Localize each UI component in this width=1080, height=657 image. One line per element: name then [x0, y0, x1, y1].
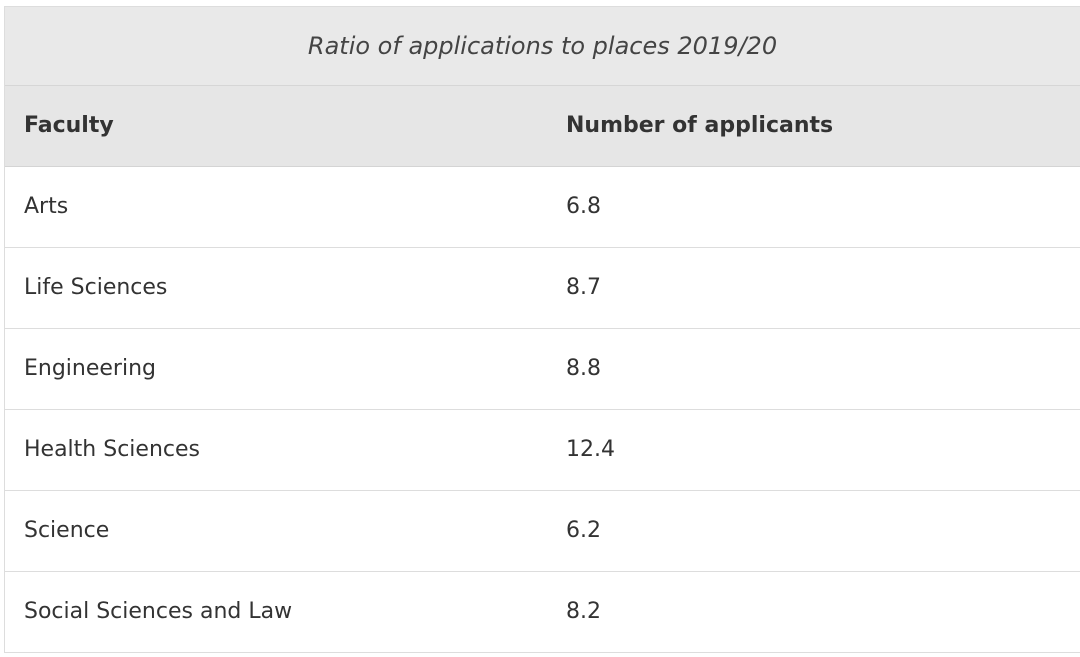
cell-applicants: 6.8 [547, 166, 1080, 248]
applications-table-container: Ratio of applications to places 2019/20 … [4, 6, 1080, 653]
table-row: Health Sciences 12.4 [5, 409, 1080, 491]
table-row: Arts 6.8 [5, 166, 1080, 248]
cell-applicants: 8.8 [547, 328, 1080, 410]
cell-applicants: 8.2 [547, 571, 1080, 653]
header-number-of-applicants: Number of applicants [547, 86, 1080, 167]
header-faculty: Faculty [5, 86, 547, 167]
cell-faculty: Science [5, 490, 547, 572]
cell-faculty: Health Sciences [5, 409, 547, 491]
cell-faculty: Social Sciences and Law [5, 571, 547, 653]
cell-faculty: Engineering [5, 328, 547, 410]
cell-faculty: Arts [5, 166, 547, 248]
table-header: Faculty Number of applicants [5, 86, 1080, 167]
table-row: Engineering 8.8 [5, 328, 1080, 410]
cell-applicants: 12.4 [547, 409, 1080, 491]
cell-faculty: Life Sciences [5, 247, 547, 329]
table-caption: Ratio of applications to places 2019/20 [5, 7, 1080, 86]
applications-table: Ratio of applications to places 2019/20 … [5, 7, 1080, 653]
table-body: Arts 6.8 Life Sciences 8.7 Engineering 8… [5, 166, 1080, 653]
cell-applicants: 6.2 [547, 490, 1080, 572]
header-row: Faculty Number of applicants [5, 86, 1080, 167]
cell-applicants: 8.7 [547, 247, 1080, 329]
table-row: Social Sciences and Law 8.2 [5, 571, 1080, 653]
table-row: Science 6.2 [5, 490, 1080, 572]
table-row: Life Sciences 8.7 [5, 247, 1080, 329]
